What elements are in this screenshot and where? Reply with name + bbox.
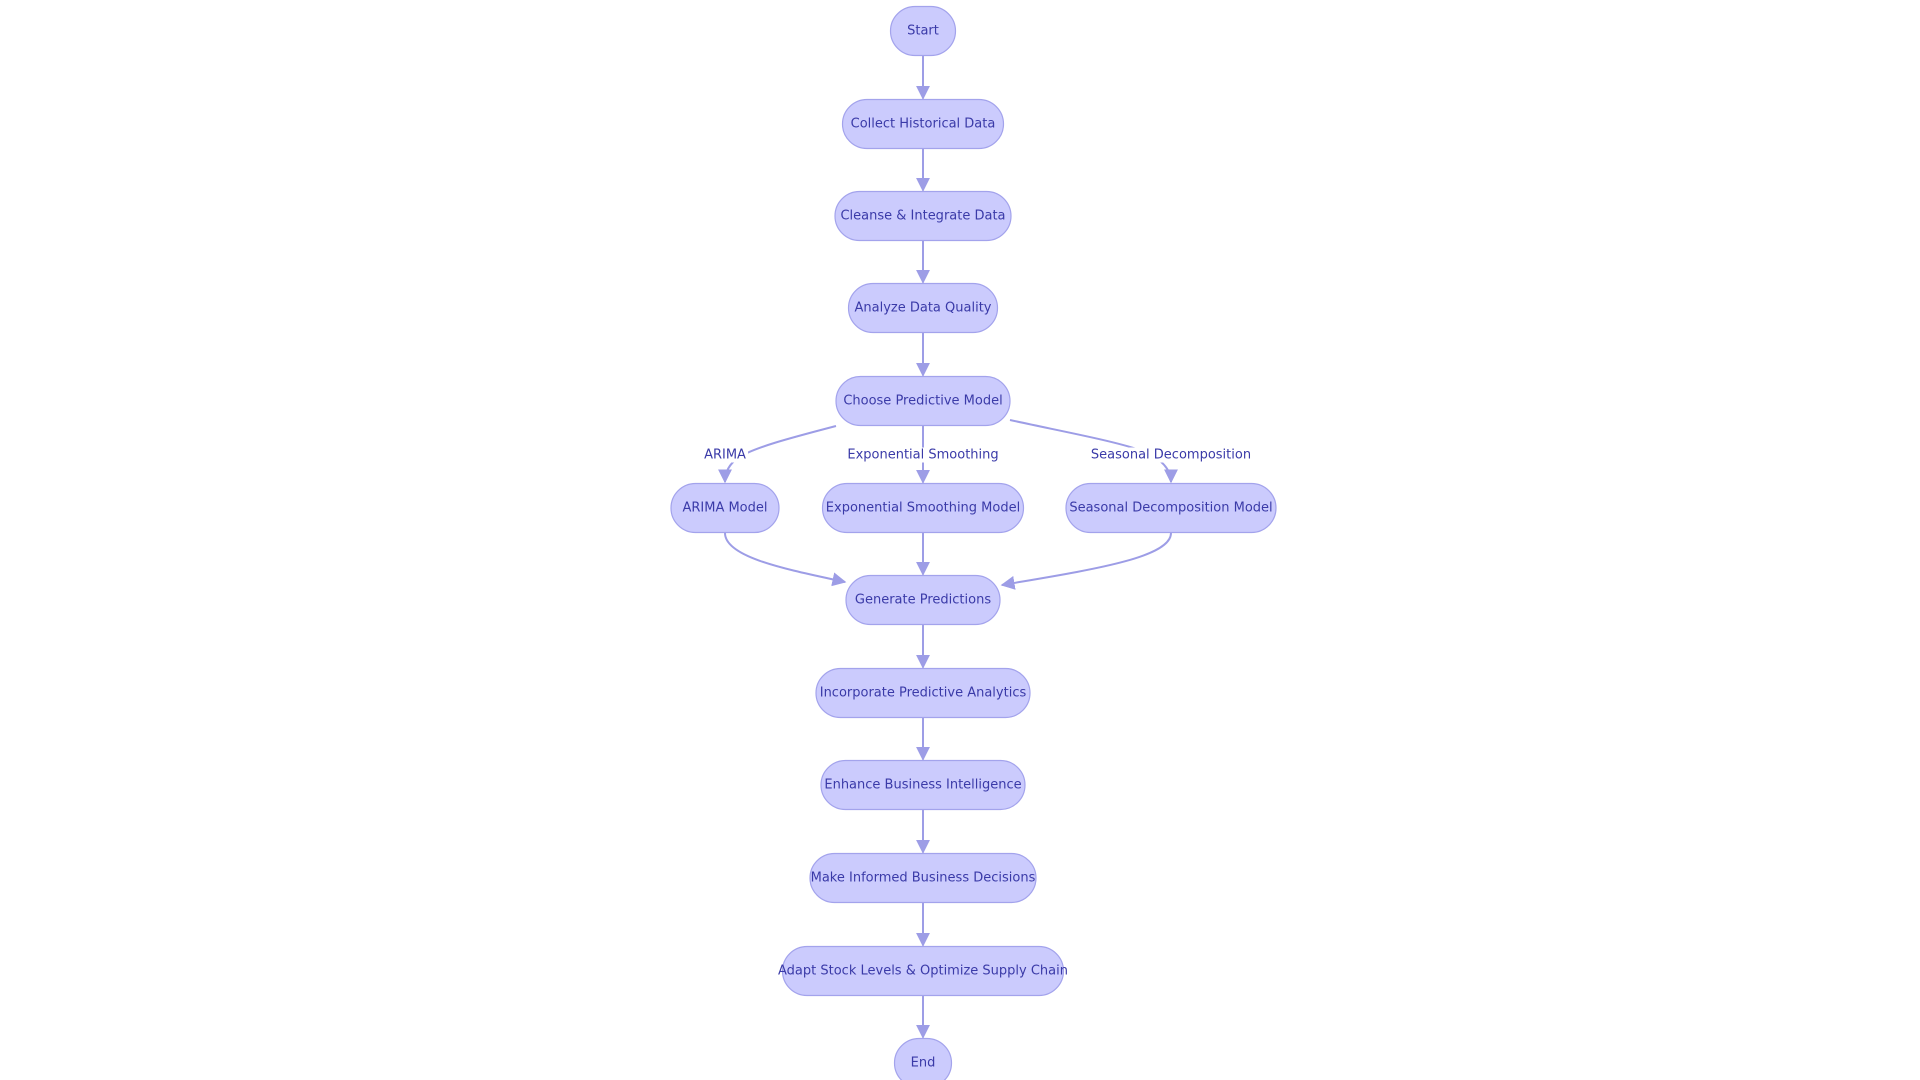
edge-label: ARIMA [704,448,746,463]
node-decide: Make Informed Business Decisions [809,852,1037,904]
node-label: End [911,1056,936,1071]
node-incorporate: Incorporate Predictive Analytics [815,667,1031,719]
node-choose: Choose Predictive Model [835,375,1011,427]
node-exp: Exponential Smoothing Model [821,482,1025,534]
node-label: Adapt Stock Levels & Optimize Supply Cha… [778,964,1068,979]
node-label: Collect Historical Data [851,117,996,132]
node-label: Incorporate Predictive Analytics [820,686,1027,701]
node-collect: Collect Historical Data [841,98,1005,150]
node-label: Seasonal Decomposition Model [1069,501,1272,516]
node-label: Cleanse & Integrate Data [840,209,1005,224]
node-seasonal: Seasonal Decomposition Model [1065,482,1277,534]
node-label: Exponential Smoothing Model [826,501,1020,516]
node-label: Enhance Business Intelligence [824,778,1021,793]
node-label: Choose Predictive Model [843,394,1002,409]
node-label: ARIMA Model [682,501,767,516]
node-cleanse: Cleanse & Integrate Data [834,190,1012,242]
node-enhance: Enhance Business Intelligence [820,759,1026,811]
node-label: Analyze Data Quality [855,301,992,316]
edge-label: Seasonal Decomposition [1091,448,1251,463]
flowchart: ARIMA Exponential Smoothing Seasonal Decom… [670,5,1277,1080]
node-label: Generate Predictions [855,593,991,608]
node-generate: Generate Predictions [845,574,1001,626]
node-arima: ARIMA Model [670,482,780,534]
node-analyze: Analyze Data Quality [847,282,999,334]
edge-arima-generate [724,532,847,587]
node-end: End [893,1037,953,1080]
node-label: Start [907,24,939,39]
node-label: Make Informed Business Decisions [811,871,1036,886]
node-start: Start [889,5,957,57]
edge-seasonal-generate [1000,532,1172,590]
node-adapt: Adapt Stock Levels & Optimize Supply Cha… [778,945,1068,997]
edge-label: Exponential Smoothing [847,448,998,463]
